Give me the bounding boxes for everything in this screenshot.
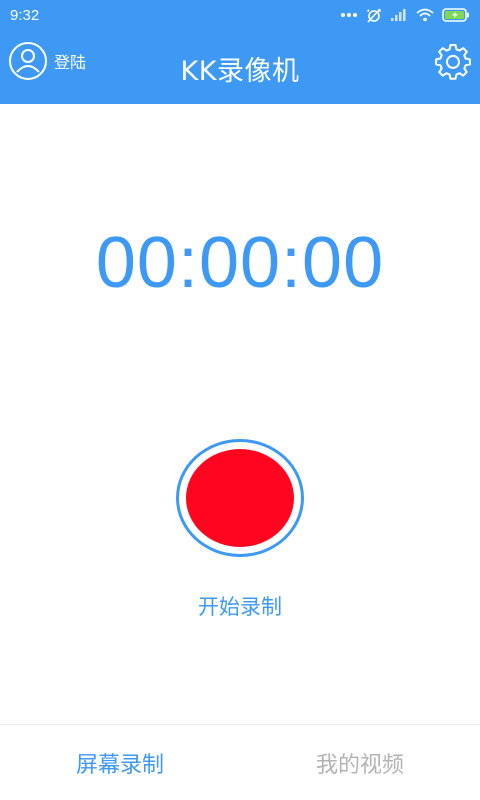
battery-charging-icon (442, 8, 469, 22)
wifi-icon (416, 8, 434, 22)
start-record-button[interactable] (176, 439, 304, 557)
status-time: 9:32 (10, 6, 40, 24)
record-icon (186, 449, 294, 547)
status-bar: 9:32 (0, 0, 480, 30)
screen: 9:32 登陆 KK录像机 00:00:00 开始录制 屏幕录制 我的视频 (0, 0, 480, 800)
status-icons (340, 7, 470, 23)
tab-screen-record[interactable]: 屏幕录制 (0, 725, 240, 800)
settings-button[interactable] (434, 42, 472, 80)
app-title: KK录像机 (180, 56, 300, 87)
bottom-nav: 屏幕录制 我的视频 (0, 724, 480, 800)
gear-icon (435, 44, 471, 80)
tab-my-videos[interactable]: 我的视频 (240, 725, 480, 800)
recording-timer: 00:00:00 (95, 223, 385, 303)
app-bar: 登陆 KK录像机 (0, 30, 480, 104)
alarm-off-icon (366, 8, 382, 23)
more-dots-icon (341, 13, 357, 17)
start-record-label[interactable]: 开始录制 (0, 591, 480, 621)
signal-icon (391, 9, 406, 21)
